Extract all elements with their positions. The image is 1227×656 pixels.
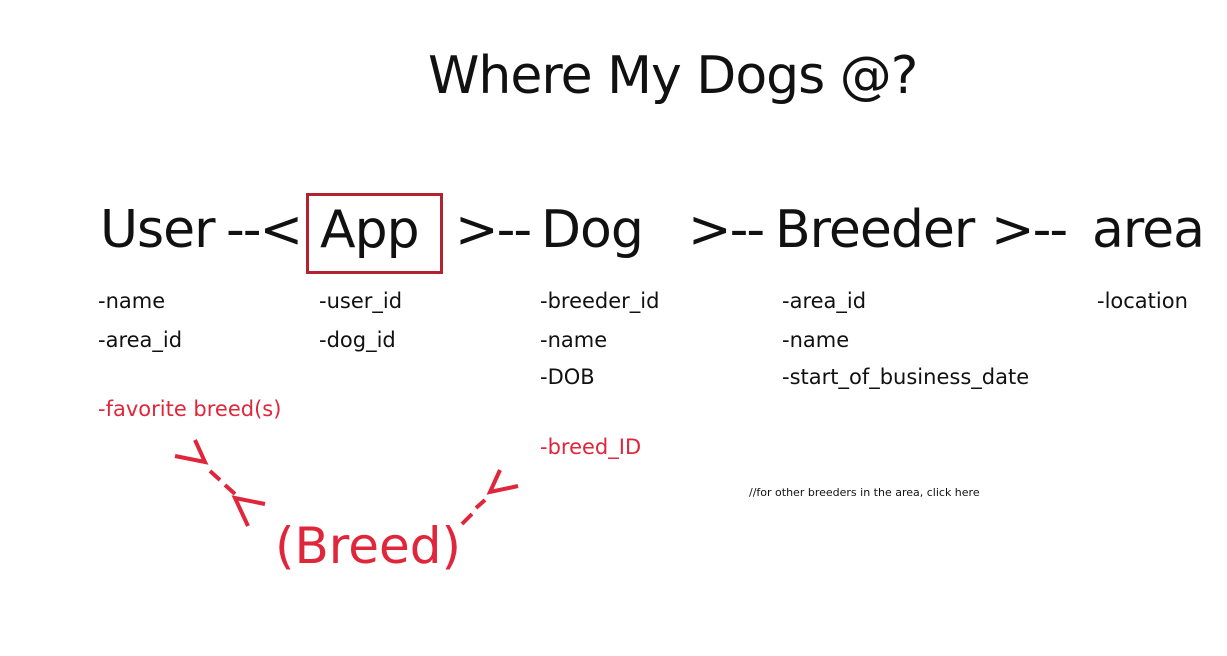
left-crowfoot-end <box>231 495 266 527</box>
right-connector-dash <box>474 498 487 510</box>
right-crowfoot <box>486 469 519 495</box>
right-connector-dash <box>460 512 474 526</box>
left-crowfoot <box>174 439 209 465</box>
left-connector-dash <box>208 469 222 482</box>
left-connector-dash <box>223 483 237 496</box>
breed-connector-lines <box>174 439 519 527</box>
